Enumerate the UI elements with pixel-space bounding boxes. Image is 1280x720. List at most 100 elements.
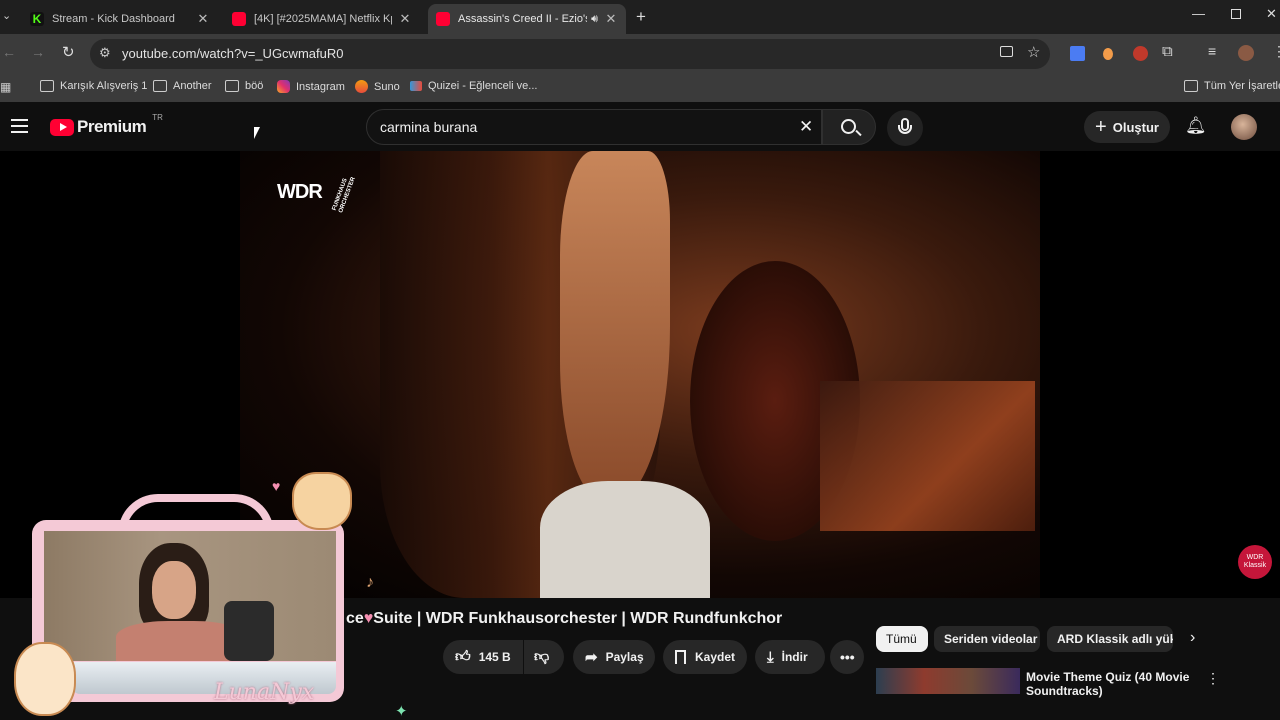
minimize-icon[interactable]: — bbox=[1192, 6, 1205, 21]
recommended-thumbnail bbox=[876, 668, 1020, 694]
video-title: ce♥Suite | WDR Funkhausorchester | WDR R… bbox=[346, 610, 782, 628]
site-info-icon[interactable]: ⚙ bbox=[99, 45, 111, 61]
streamer-name-logo: LunaNyx bbox=[214, 680, 315, 705]
address-bar[interactable]: ⚙ youtube.com/watch?v=_UGcwmafuR0 ☆ bbox=[90, 39, 1050, 69]
all-bookmarks[interactable]: Tüm Yer İşaretleri bbox=[1184, 80, 1280, 92]
chip-ard-klassik[interactable]: ARD Klassik adlı yükl bbox=[1047, 626, 1173, 652]
bookmark-another[interactable]: Another bbox=[153, 80, 212, 92]
forward-icon[interactable]: → bbox=[31, 44, 45, 60]
bookmark-label: Suno bbox=[374, 80, 400, 93]
dislike-button[interactable]: 👎︎ bbox=[524, 640, 564, 674]
video-shirt-shape bbox=[540, 481, 710, 598]
wdr-klassik-badge-text: WDR Klassik bbox=[1243, 554, 1267, 569]
extensions-puzzle-icon[interactable]: ⧉ bbox=[1162, 43, 1173, 60]
search-input[interactable]: carmina burana ✕ bbox=[366, 109, 822, 145]
tab-title: [4K] [#2025MAMA] Netflix Kpop bbox=[254, 13, 392, 25]
tab-title: Assassin's Creed II - Ezio's F bbox=[458, 13, 588, 25]
audio-playing-icon[interactable]: 🔊︎ bbox=[591, 13, 598, 26]
chevron-right-icon[interactable]: › bbox=[1190, 629, 1195, 647]
bookmark-star-icon[interactable]: ☆ bbox=[1027, 43, 1040, 61]
bookmark-suno[interactable]: Suno bbox=[355, 80, 400, 93]
recommended-title: Movie Theme Quiz (40 Movie Soundtracks) bbox=[1026, 670, 1190, 698]
folder-icon bbox=[153, 80, 167, 92]
share-icon: ➦ bbox=[585, 649, 598, 666]
recommended-menu-icon[interactable]: ⋮ bbox=[1206, 670, 1220, 687]
chip-label: Seriden videolar bbox=[944, 632, 1038, 646]
wdr-watermark-text: WDR bbox=[277, 181, 323, 203]
cat-sticker-bottom bbox=[14, 642, 76, 716]
download-button[interactable]: ⤓ İndir bbox=[755, 640, 825, 674]
bookmark-label: böö bbox=[245, 80, 264, 92]
tab-list-chevron-icon[interactable]: ⌄ bbox=[2, 9, 11, 22]
search-button[interactable] bbox=[822, 109, 876, 145]
chip-label: ARD Klassik adlı yükl bbox=[1057, 632, 1173, 646]
notifications-bell-icon[interactable]: 🔔︎ bbox=[1185, 116, 1207, 136]
bookmark-quizei[interactable]: Quizei - Eğlenceli ve... bbox=[410, 80, 537, 92]
bookmark-label: Quizei - Eğlenceli ve... bbox=[428, 80, 538, 92]
region-code: TR bbox=[152, 112, 163, 122]
url-text: youtube.com/watch?v=_UGcwmafuR0 bbox=[122, 46, 344, 61]
browser-toolbar: ← → ↻ ⚙ youtube.com/watch?v=_UGcwmafuR0 … bbox=[0, 34, 1280, 74]
clear-search-icon[interactable]: ✕ bbox=[799, 117, 813, 137]
share-button[interactable]: ➦ Paylaş bbox=[573, 640, 655, 674]
video-face-shape bbox=[560, 151, 670, 501]
new-tab-icon[interactable]: + bbox=[636, 7, 646, 27]
apps-grid-icon[interactable]: ▦ bbox=[0, 80, 11, 94]
folder-icon bbox=[40, 80, 54, 92]
recommended-video[interactable]: Movie Theme Quiz (40 Movie Soundtracks) … bbox=[876, 668, 1256, 720]
chip-series-videos[interactable]: Seriden videolar bbox=[934, 626, 1040, 652]
create-button[interactable]: + Oluştur bbox=[1084, 111, 1170, 143]
extension-icon[interactable] bbox=[1103, 48, 1113, 60]
bookmark-karisik[interactable]: Karışık Alışveriş 1 bbox=[40, 80, 147, 92]
more-actions-button[interactable]: ••• bbox=[830, 640, 864, 674]
premium-wordmark: Premium bbox=[77, 117, 147, 136]
bookmark-boo[interactable]: böö bbox=[225, 80, 263, 92]
close-tab-icon[interactable]: ✕ bbox=[196, 11, 210, 27]
heart-sticker: ♥ bbox=[363, 610, 374, 627]
wdr-watermark: WDR FUNKHAUS ORCHESTER bbox=[277, 176, 365, 213]
kick-icon: K bbox=[30, 12, 44, 26]
guide-menu-icon[interactable] bbox=[11, 119, 28, 133]
reload-icon[interactable]: ↻ bbox=[62, 43, 75, 61]
video-title-prefix: ce bbox=[346, 610, 364, 627]
bookmark-instagram[interactable]: Instagram bbox=[277, 80, 345, 93]
back-icon[interactable]: ← bbox=[2, 44, 16, 60]
account-avatar[interactable] bbox=[1231, 114, 1257, 140]
close-tab-icon[interactable]: ✕ bbox=[398, 11, 412, 27]
profile-avatar[interactable] bbox=[1238, 45, 1254, 61]
tab-kick-dashboard[interactable]: K Stream - Kick Dashboard ✕ bbox=[22, 4, 218, 34]
tab-assassins-creed[interactable]: Assassin's Creed II - Ezio's F 🔊︎ ✕ bbox=[428, 4, 626, 34]
voice-search-button[interactable] bbox=[887, 110, 923, 146]
search-query-text: carmina burana bbox=[380, 119, 478, 135]
more-horizontal-icon: ••• bbox=[840, 649, 855, 665]
translate-extension-icon[interactable] bbox=[1070, 46, 1085, 61]
like-button[interactable]: 👍︎ 145 B bbox=[443, 640, 523, 674]
plus-icon: + bbox=[1095, 115, 1107, 138]
like-count: 145 B bbox=[478, 650, 511, 664]
install-app-icon[interactable] bbox=[1000, 46, 1013, 57]
tab-title: Stream - Kick Dashboard bbox=[52, 13, 175, 25]
webcam-person-face bbox=[152, 561, 196, 619]
wdr-klassik-badge: WDR Klassik bbox=[1238, 545, 1272, 579]
bookmarks-bar: ▦ Karışık Alışveriş 1 Another böö Instag… bbox=[0, 74, 1280, 102]
browser-menu-icon[interactable]: ⋮ bbox=[1272, 43, 1280, 60]
browser-tab-strip: ⌄ K Stream - Kick Dashboard ✕ [4K] [#202… bbox=[0, 0, 1280, 34]
suno-icon bbox=[355, 80, 368, 93]
instagram-icon bbox=[277, 80, 290, 93]
webcam-chair bbox=[224, 601, 274, 661]
save-button[interactable]: Kaydet bbox=[663, 640, 747, 674]
restore-icon[interactable] bbox=[1231, 9, 1241, 19]
close-tab-icon[interactable]: ✕ bbox=[604, 11, 618, 27]
bookmark-icon bbox=[675, 650, 686, 664]
quizei-icon bbox=[410, 81, 422, 91]
adblock-extension-icon[interactable] bbox=[1133, 46, 1148, 61]
chip-all[interactable]: Tümü bbox=[876, 626, 928, 652]
download-icon: ⤓ bbox=[767, 648, 774, 666]
media-control-icon[interactable]: ≡ bbox=[1208, 43, 1216, 59]
close-window-icon[interactable]: ✕ bbox=[1266, 6, 1277, 22]
youtube-premium-logo[interactable]: Premium TR bbox=[50, 113, 163, 137]
heart-icon: ♥ bbox=[272, 478, 281, 494]
tab-netflix-kpop[interactable]: [4K] [#2025MAMA] Netflix Kpop ✕ bbox=[224, 4, 420, 34]
share-label: Paylaş bbox=[605, 650, 644, 664]
thumbs-up-icon: 👍︎ bbox=[455, 648, 471, 665]
